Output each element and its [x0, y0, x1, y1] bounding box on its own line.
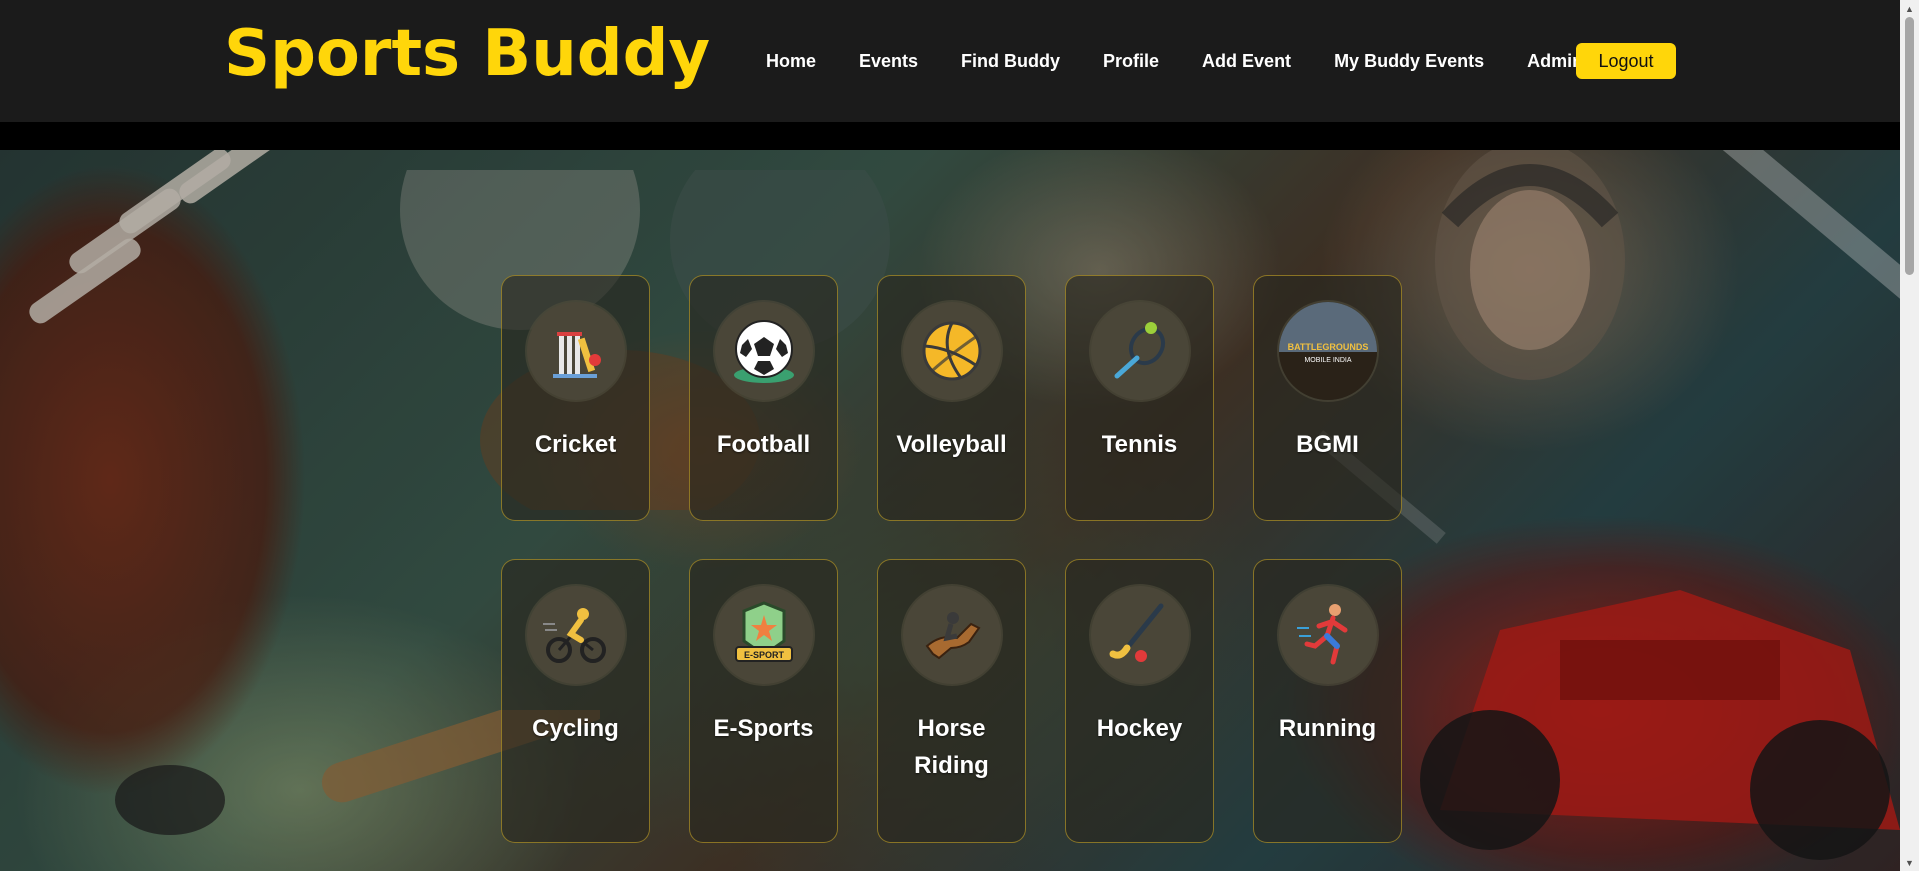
- sport-label: Running: [1278, 715, 1377, 742]
- sport-label: Hockey: [1096, 715, 1183, 742]
- vertical-scrollbar[interactable]: ▲ ▼: [1900, 0, 1919, 871]
- sport-card-cycling[interactable]: Cycling: [501, 559, 650, 843]
- sport-label: Tennis: [1101, 431, 1178, 458]
- nav-my-buddy-events[interactable]: My Buddy Events: [1334, 51, 1484, 72]
- football-icon: [714, 302, 813, 400]
- cricket-icon: [526, 302, 625, 400]
- scroll-up-arrow-icon[interactable]: ▲: [1900, 0, 1919, 17]
- nav-home[interactable]: Home: [766, 51, 816, 72]
- brand-logo[interactable]: Sports Buddy: [224, 10, 710, 98]
- nav-profile[interactable]: Profile: [1103, 51, 1159, 72]
- sport-label: Volleyball: [896, 431, 1007, 458]
- sports-grid: Cricket Football Volleyball Tennis BATTL…: [501, 275, 1402, 843]
- running-icon: [1278, 586, 1377, 684]
- sport-label: Horse Riding: [914, 715, 989, 779]
- nav-find-buddy[interactable]: Find Buddy: [961, 51, 1060, 72]
- sport-card-bgmi[interactable]: BATTLEGROUNDS MOBILE INDIA BGMI: [1253, 275, 1402, 521]
- sport-card-tennis[interactable]: Tennis: [1065, 275, 1214, 521]
- svg-text:MOBILE INDIA: MOBILE INDIA: [1304, 357, 1351, 364]
- sport-card-volleyball[interactable]: Volleyball: [877, 275, 1026, 521]
- nav-events[interactable]: Events: [859, 51, 918, 72]
- scroll-down-arrow-icon[interactable]: ▼: [1900, 854, 1919, 871]
- top-navbar: Sports Buddy Home Events Find Buddy Prof…: [0, 0, 1900, 122]
- svg-text:E-SPORT: E-SPORT: [743, 650, 784, 660]
- logout-button[interactable]: Logout: [1576, 43, 1676, 79]
- scrollbar-thumb[interactable]: [1905, 17, 1914, 275]
- sport-label: E-Sports: [713, 715, 814, 742]
- nav-add-event[interactable]: Add Event: [1202, 51, 1291, 72]
- sport-card-horse-riding[interactable]: Horse Riding: [877, 559, 1026, 843]
- sport-card-hockey[interactable]: Hockey: [1065, 559, 1214, 843]
- sport-card-running[interactable]: Running: [1253, 559, 1402, 843]
- sport-label: Cycling: [532, 715, 619, 742]
- nav-admin[interactable]: Admin: [1527, 51, 1583, 72]
- sport-label: Football: [716, 431, 811, 458]
- volleyball-icon: [902, 302, 1001, 400]
- sport-card-esports[interactable]: E-SPORT E-Sports: [689, 559, 838, 843]
- sport-label: BGMI: [1296, 431, 1359, 458]
- hockey-icon: [1090, 586, 1189, 684]
- horse-riding-icon: [902, 586, 1001, 684]
- sport-card-cricket[interactable]: Cricket: [501, 275, 650, 521]
- cycling-icon: [526, 586, 625, 684]
- tennis-icon: [1090, 302, 1189, 400]
- bgmi-icon: BATTLEGROUNDS MOBILE INDIA: [1278, 302, 1377, 400]
- sport-card-football[interactable]: Football: [689, 275, 838, 521]
- nav-menu: Home Events Find Buddy Profile Add Event…: [766, 44, 1626, 78]
- esports-icon: E-SPORT: [714, 586, 813, 684]
- sport-label: Cricket: [534, 431, 617, 458]
- header-divider: [0, 122, 1900, 150]
- svg-text:BATTLEGROUNDS: BATTLEGROUNDS: [1287, 342, 1368, 352]
